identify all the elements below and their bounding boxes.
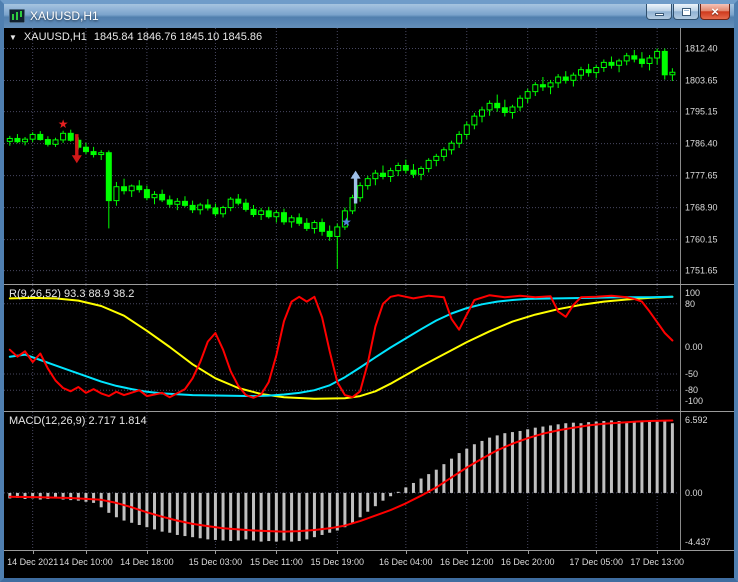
svg-text:1812.40: 1812.40 xyxy=(685,43,718,53)
time-label: 17 Dec 13:00 xyxy=(630,557,684,567)
svg-text:80: 80 xyxy=(685,299,695,309)
svg-text:-80: -80 xyxy=(685,385,698,395)
svg-text:1786.40: 1786.40 xyxy=(685,139,718,149)
sell-star-marker: ★ xyxy=(58,117,69,131)
window-title: XAUUSD,H1 xyxy=(30,9,99,23)
time-axis-tick xyxy=(215,551,217,554)
time-label: 15 Dec 11:00 xyxy=(249,557,303,567)
close-icon: × xyxy=(711,4,719,19)
svg-text:1795.15: 1795.15 xyxy=(685,107,718,117)
time-label: 15 Dec 03:00 xyxy=(188,557,243,567)
svg-text:1751.65: 1751.65 xyxy=(685,266,718,276)
time-axis-tick xyxy=(657,551,659,554)
signal-markers-layer: ★★ xyxy=(58,117,361,229)
svg-text:0.00: 0.00 xyxy=(685,342,703,352)
minimize-button[interactable] xyxy=(646,4,672,20)
caption-buttons: × xyxy=(646,4,730,20)
time-label: 16 Dec 04:00 xyxy=(379,557,433,567)
candles-layer xyxy=(6,48,676,270)
svg-text:1803.65: 1803.65 xyxy=(685,75,718,85)
main-chart-svg[interactable]: 1812.40 1803.65 1795.15 1786.40 1777.65 1768.… xyxy=(4,28,734,284)
chart-client-area: 1812.40 1803.65 1795.15 1786.40 1777.65 1768.… xyxy=(4,28,734,578)
svg-text:-100: -100 xyxy=(685,396,703,406)
time-axis-tick xyxy=(276,551,278,554)
time-axis-tick xyxy=(405,551,407,554)
time-label: 16 Dec 12:00 xyxy=(440,557,494,567)
svg-text:6.592: 6.592 xyxy=(685,415,708,425)
restore-icon xyxy=(681,7,691,16)
svg-text:-4.437: -4.437 xyxy=(685,537,711,547)
svg-text:1768.90: 1768.90 xyxy=(685,203,718,213)
time-label: 15 Dec 19:00 xyxy=(310,557,365,567)
symbol-dropdown-icon[interactable]: ▼ xyxy=(9,33,17,42)
macd-histogram-layer xyxy=(8,420,674,542)
chart-window: XAUUSD,H1 × 1812.40 1803.65 1795.15 1786.40… xyxy=(0,0,738,582)
minimize-icon xyxy=(654,13,664,16)
macd-chart-svg[interactable]: 6.592 0.00 -4.437 xyxy=(4,412,734,550)
time-axis-tick xyxy=(527,551,529,554)
svg-text:1777.65: 1777.65 xyxy=(685,171,718,181)
buy-star-marker: ★ xyxy=(341,215,352,229)
time-label: 14 Dec 2021 xyxy=(7,557,59,567)
grid-layer xyxy=(4,285,678,411)
time-label: 16 Dec 20:00 xyxy=(500,557,555,567)
time-axis-tick xyxy=(32,551,34,554)
wpr-chart-svg[interactable]: 10080 0.00 -50 -80-100 xyxy=(4,285,734,411)
time-axis[interactable]: 14 Dec 2021 14 Dec 10:00 14 Dec 18:00 15 De… xyxy=(4,551,734,578)
price-panel: 1812.40 1803.65 1795.15 1786.40 1777.65 1768.… xyxy=(4,28,734,284)
svg-text:1760.15: 1760.15 xyxy=(685,235,718,245)
grid-layer xyxy=(4,412,678,550)
svg-text:-50: -50 xyxy=(685,369,698,379)
svg-text:0.00: 0.00 xyxy=(685,488,703,498)
wpr-panel: 100 80 0.00 -50 -80 -100 R(9,26,52) 93.3 88.9… xyxy=(4,285,734,411)
time-axis-tick xyxy=(337,551,339,554)
svg-text:100: 100 xyxy=(685,288,700,298)
time-axis-tick xyxy=(466,551,468,554)
time-axis-tick xyxy=(146,551,148,554)
time-label: 14 Dec 10:00 xyxy=(59,557,113,567)
grid-layer xyxy=(4,28,678,284)
app-icon[interactable] xyxy=(9,9,25,23)
time-label: 14 Dec 18:00 xyxy=(120,557,174,567)
macd-panel: 6.592 0.00 -4.437 MACD(12,26,9) 2.717 1.81… xyxy=(4,412,734,550)
time-label: 17 Dec 05:00 xyxy=(569,557,623,567)
time-axis-tick xyxy=(596,551,598,554)
close-button[interactable]: × xyxy=(700,4,730,20)
restore-button[interactable] xyxy=(673,4,699,20)
time-axis-tick xyxy=(86,551,87,554)
titlebar[interactable]: XAUUSD,H1 × xyxy=(4,4,734,28)
